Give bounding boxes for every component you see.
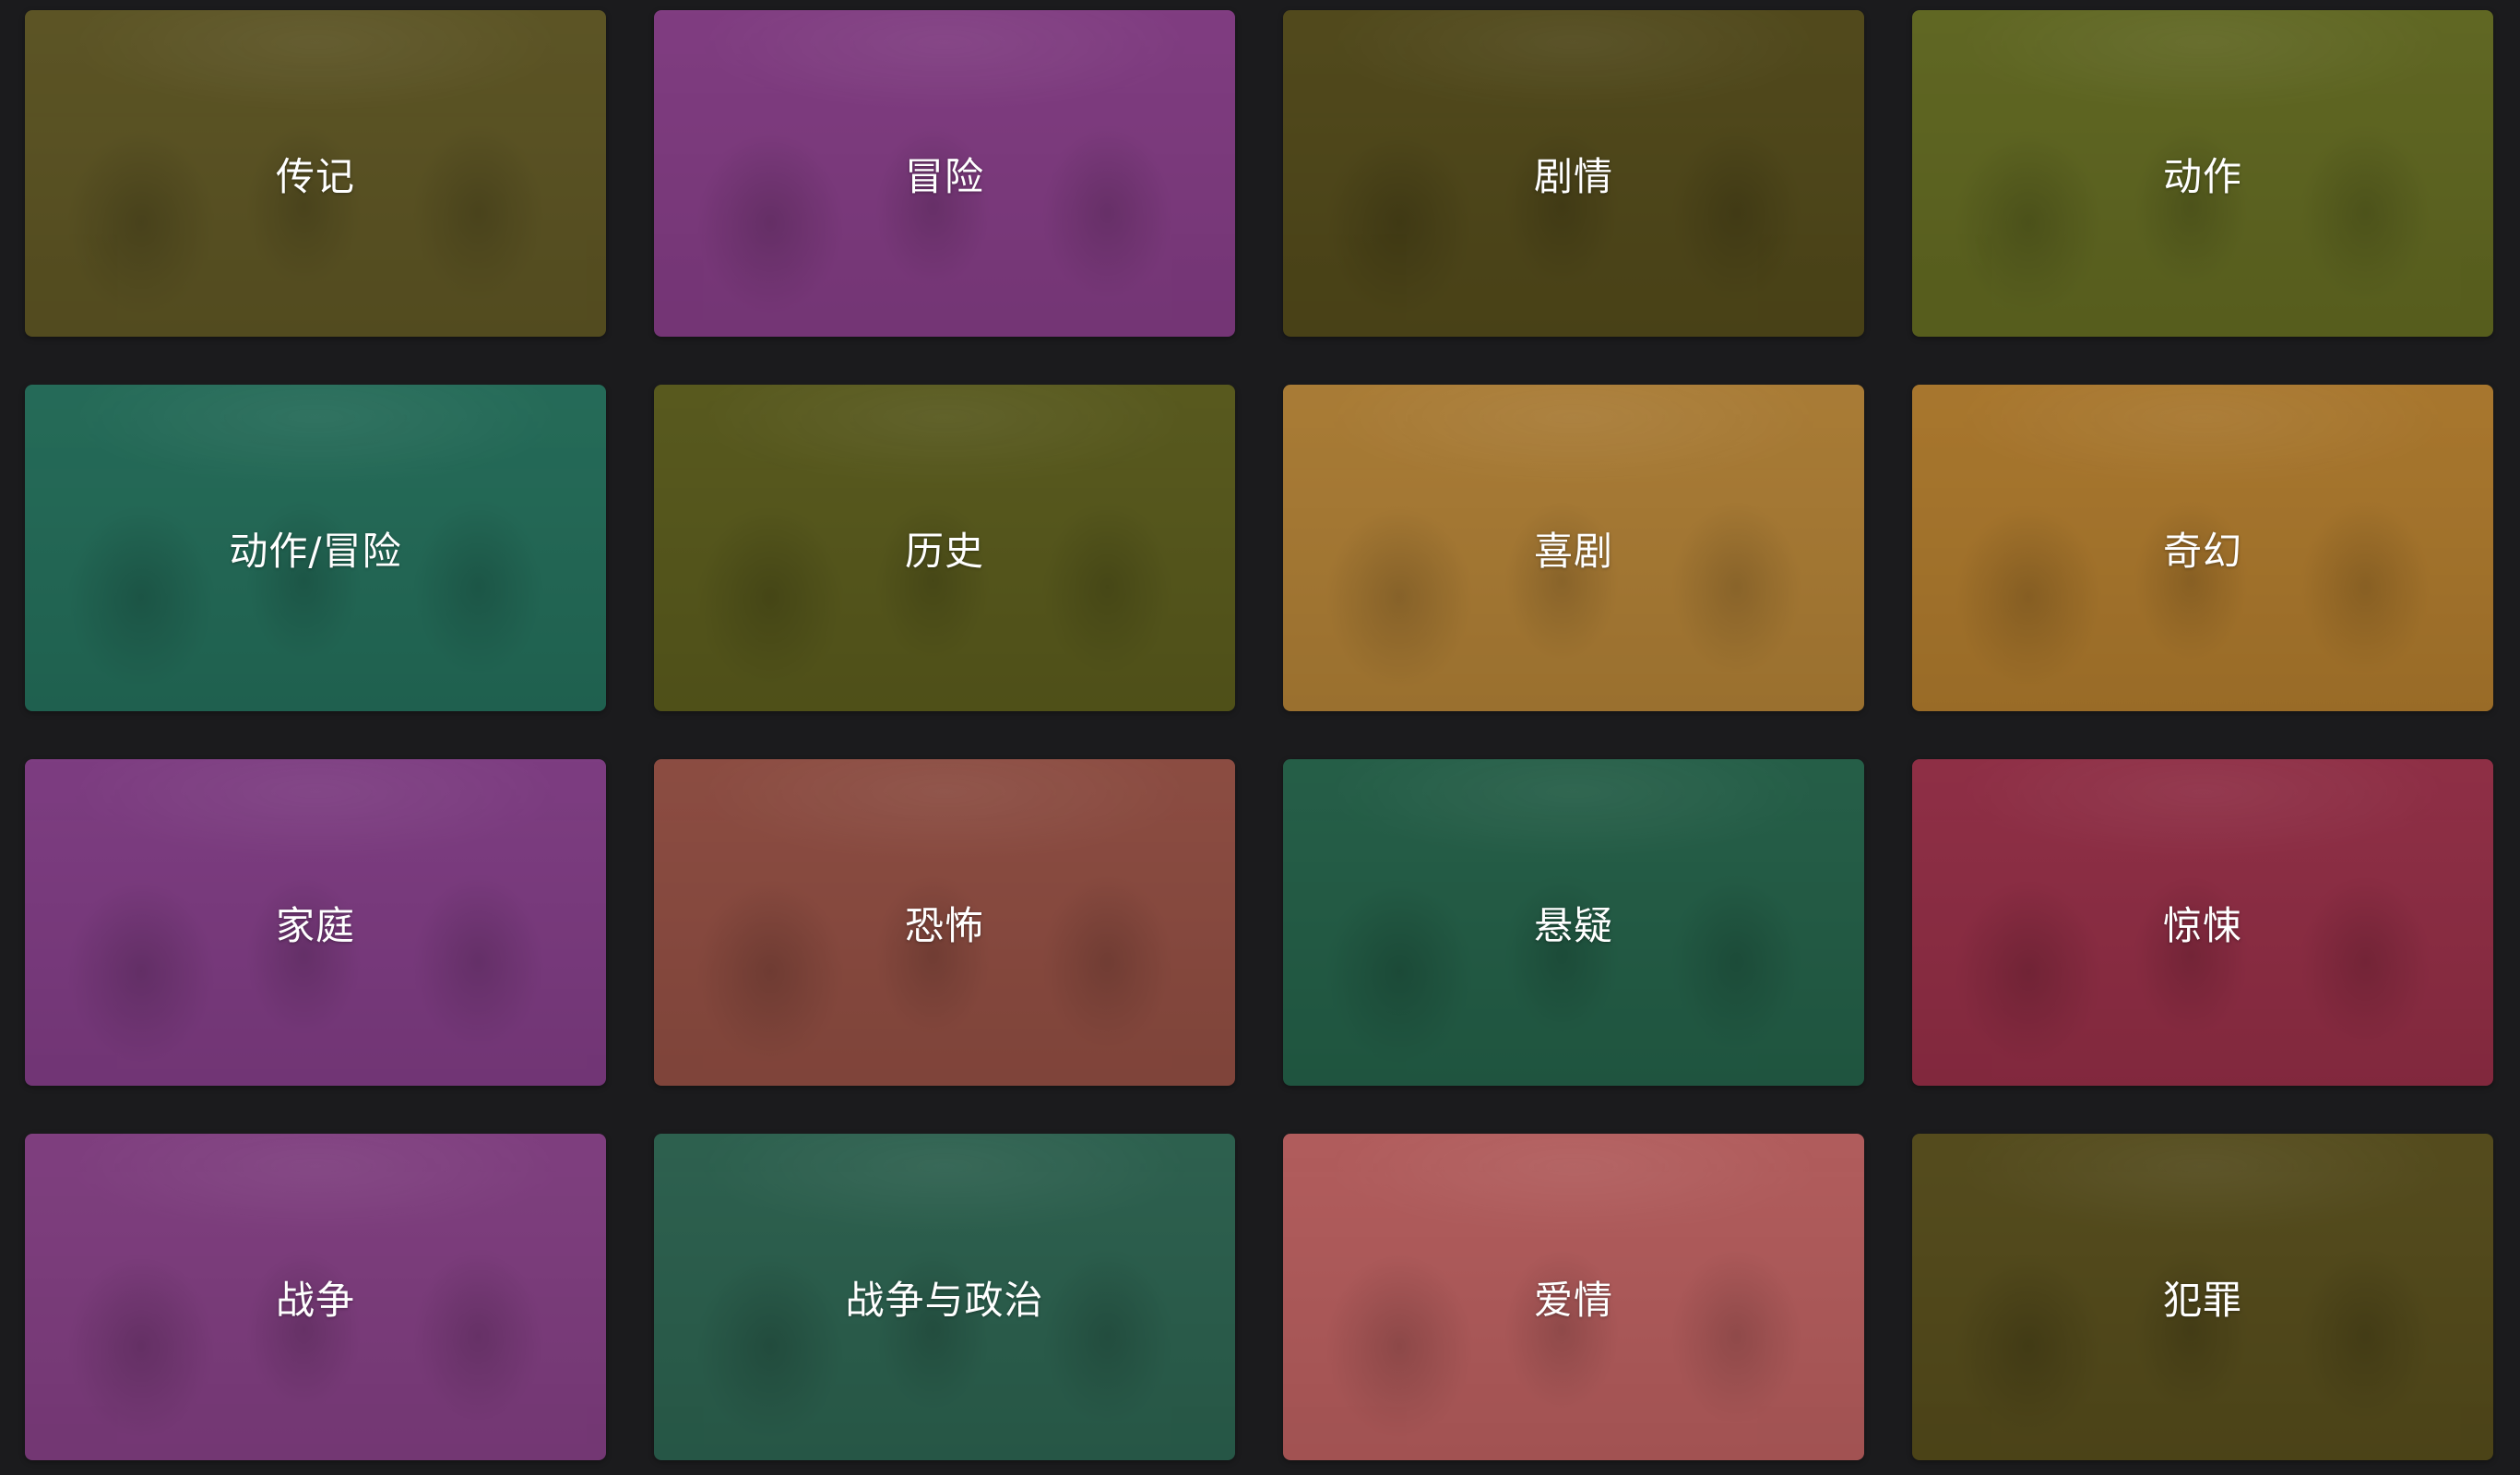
genre-label: 奇幻 bbox=[2162, 528, 2242, 574]
genre-tile[interactable]: 悬疑 bbox=[1283, 759, 1864, 1086]
genre-label: 爱情 bbox=[1533, 1277, 1613, 1323]
genre-tile[interactable]: 家庭 bbox=[25, 759, 606, 1086]
genre-tile[interactable]: 历史 bbox=[654, 385, 1235, 711]
genre-label: 悬疑 bbox=[1533, 902, 1613, 948]
genre-label: 恐怖 bbox=[904, 902, 984, 948]
genre-tile[interactable]: 战争与政治 bbox=[654, 1134, 1235, 1460]
genre-tile[interactable]: 奇幻 bbox=[1912, 385, 2493, 711]
genre-tile[interactable]: 战争 bbox=[25, 1134, 606, 1460]
genre-label: 动作/冒险 bbox=[229, 528, 402, 574]
genre-tile[interactable]: 犯罪 bbox=[1912, 1134, 2493, 1460]
genre-label: 传记 bbox=[275, 153, 355, 199]
genre-label: 战争 bbox=[275, 1277, 355, 1323]
genre-tile[interactable]: 冒险 bbox=[654, 10, 1235, 337]
genre-label: 家庭 bbox=[275, 902, 355, 948]
genre-grid: 传记 冒险 剧情 动作 动作/冒险 历史 喜剧 奇幻 家庭 恐怖 悬疑 惊悚 战… bbox=[25, 10, 2493, 1460]
genre-tile[interactable]: 动作 bbox=[1912, 10, 2493, 337]
genre-label: 犯罪 bbox=[2162, 1277, 2242, 1323]
genre-label: 喜剧 bbox=[1533, 528, 1613, 574]
genre-tile[interactable]: 剧情 bbox=[1283, 10, 1864, 337]
genre-tile[interactable]: 惊悚 bbox=[1912, 759, 2493, 1086]
genre-label: 战争与政治 bbox=[845, 1277, 1044, 1323]
genre-tile[interactable]: 爱情 bbox=[1283, 1134, 1864, 1460]
genre-tile[interactable]: 传记 bbox=[25, 10, 606, 337]
genre-label: 历史 bbox=[904, 528, 984, 574]
genre-tile[interactable]: 动作/冒险 bbox=[25, 385, 606, 711]
genre-label: 冒险 bbox=[904, 153, 984, 199]
genre-label: 惊悚 bbox=[2162, 902, 2242, 948]
genre-tile[interactable]: 恐怖 bbox=[654, 759, 1235, 1086]
genre-label: 剧情 bbox=[1533, 153, 1613, 199]
genre-label: 动作 bbox=[2162, 153, 2242, 199]
genre-tile[interactable]: 喜剧 bbox=[1283, 385, 1864, 711]
